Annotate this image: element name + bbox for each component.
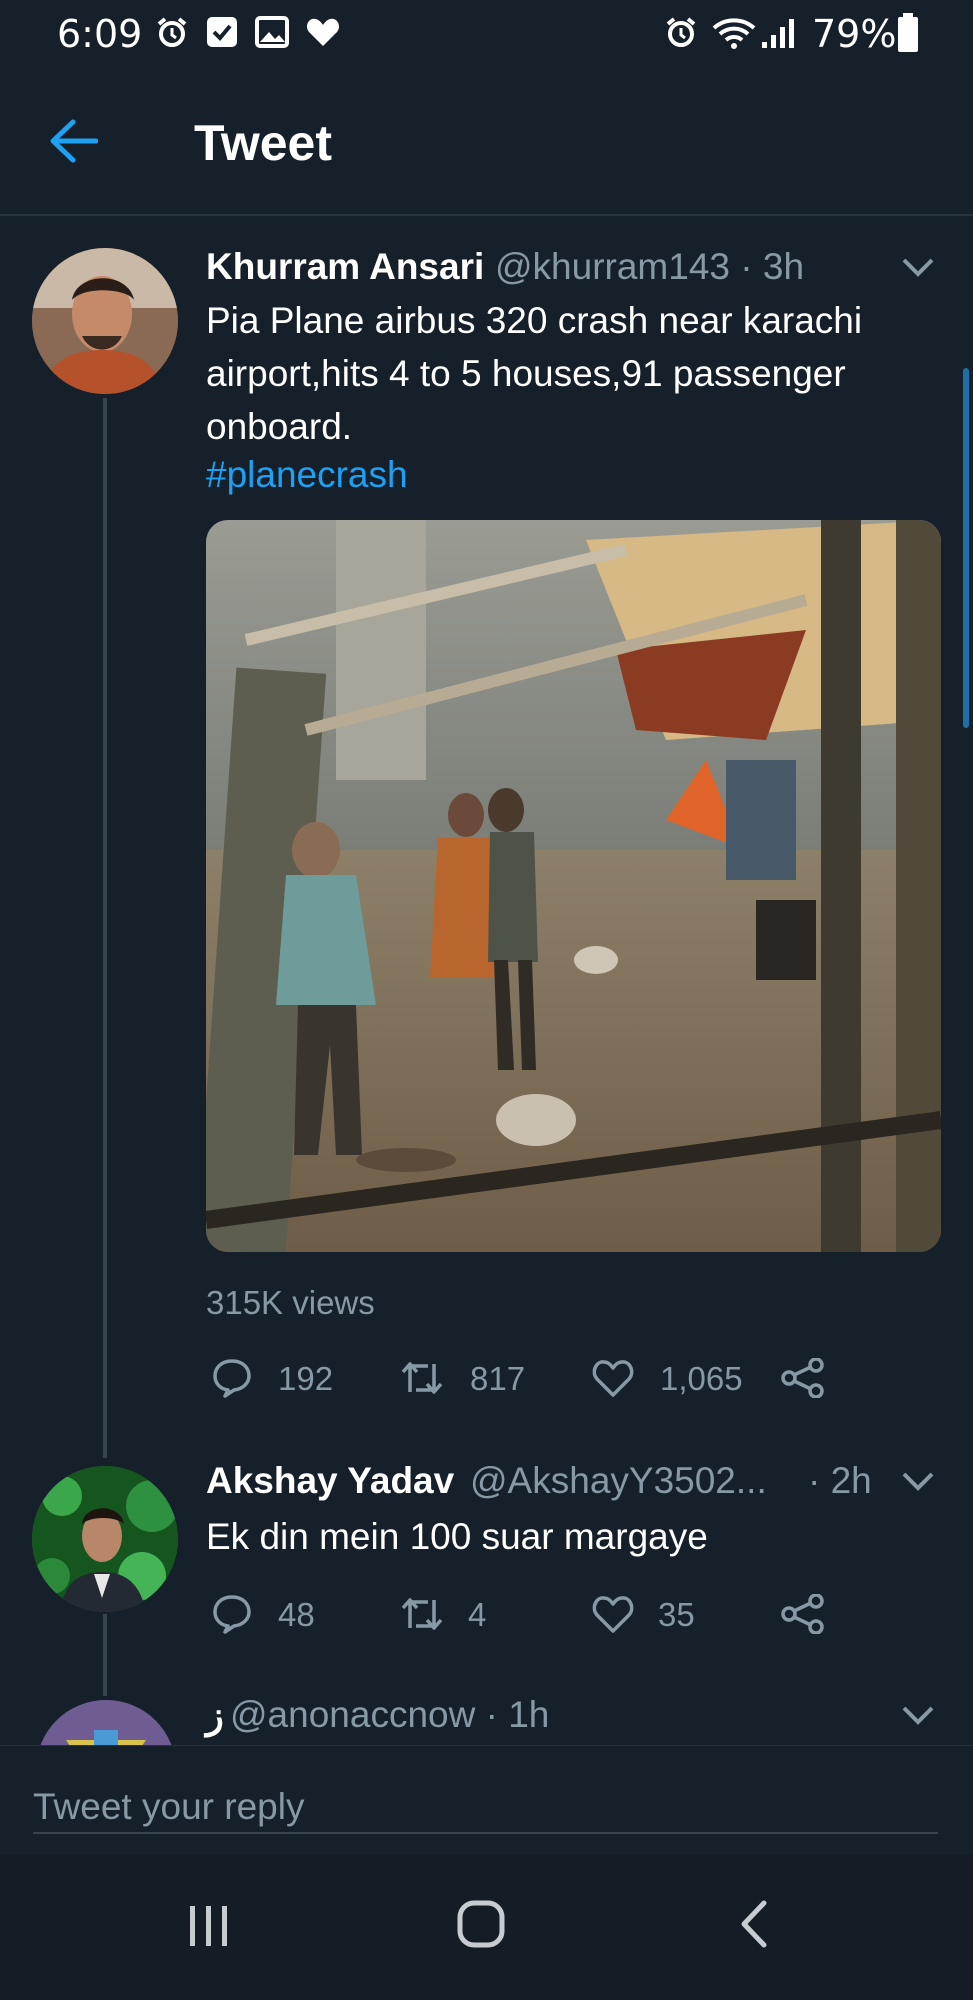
author-handle: @anonaccnow · 1h: [230, 1694, 550, 1735]
system-nav-bar: [0, 1855, 973, 2000]
share-icon[interactable]: [780, 1358, 826, 1398]
retweet-count: 817: [470, 1360, 526, 1397]
battery-percent: 79%: [812, 12, 897, 56]
avatar[interactable]: [32, 1466, 178, 1612]
reply-icon[interactable]: [212, 1358, 252, 1398]
retweet-icon[interactable]: [400, 1358, 444, 1398]
page-title: Tweet: [194, 115, 332, 171]
recent-apps-icon[interactable]: [186, 1903, 232, 1949]
retweet-count: 4: [468, 1596, 487, 1633]
chevron-down-icon[interactable]: [901, 1704, 935, 1726]
back-icon[interactable]: [738, 1899, 770, 1949]
like-icon[interactable]: [592, 1594, 634, 1634]
back-arrow-icon[interactable]: [48, 118, 98, 164]
alarm-icon: [664, 16, 698, 50]
reply-icon[interactable]: [212, 1594, 252, 1634]
reply-input[interactable]: [33, 1782, 938, 1834]
like-count: 1,065: [660, 1360, 743, 1397]
wifi-icon: [712, 16, 756, 50]
alarm-icon: [155, 16, 189, 50]
app-header: Tweet: [0, 70, 973, 216]
home-icon[interactable]: [456, 1899, 506, 1949]
reply-tweet[interactable]: Akshay Yadav @AkshayY3502... · 2h Ek din…: [0, 1456, 973, 1656]
view-count: 315K views: [206, 1284, 375, 1321]
main-tweet[interactable]: Khurram Ansari @khurram143 · 3h Pia Plan…: [0, 216, 973, 1456]
like-count: 35: [658, 1596, 695, 1633]
heart-icon: [306, 17, 340, 47]
author-handle: @khurram143 · 3h: [495, 246, 805, 287]
tweet-media[interactable]: [206, 520, 941, 1252]
reply-count: 192: [278, 1360, 334, 1397]
avatar[interactable]: [32, 248, 178, 394]
chevron-down-icon[interactable]: [901, 256, 935, 278]
reply-count: 48: [278, 1596, 315, 1633]
tweet-time: · 2h: [808, 1460, 872, 1501]
status-time: 6:09: [57, 12, 143, 56]
check-icon: [206, 16, 238, 48]
like-icon[interactable]: [592, 1358, 634, 1398]
battery-icon: [897, 13, 919, 53]
signal-icon: [760, 16, 796, 50]
hashtag-link[interactable]: #planecrash: [206, 454, 408, 496]
status-bar: 6:09 79%: [0, 0, 973, 70]
reply-tweet[interactable]: ز @anonaccnow · 1h: [0, 1690, 973, 1745]
author-handle: @AkshayY3502...: [470, 1460, 767, 1501]
author-name[interactable]: ز: [206, 1694, 224, 1737]
scrollbar[interactable]: [963, 368, 969, 728]
chevron-down-icon[interactable]: [901, 1470, 935, 1492]
tweet-text: Pia Plane airbus 320 crash near karachi …: [206, 300, 863, 447]
author-name[interactable]: Khurram Ansari: [206, 246, 484, 288]
avatar[interactable]: [36, 1700, 176, 1745]
tweet-text: Ek din mein 100 suar margaye: [206, 1516, 708, 1557]
reply-composer: [0, 1745, 973, 1856]
image-icon: [255, 16, 289, 48]
retweet-icon[interactable]: [400, 1594, 444, 1634]
author-name[interactable]: Akshay Yadav: [206, 1460, 454, 1502]
share-icon[interactable]: [780, 1594, 826, 1634]
